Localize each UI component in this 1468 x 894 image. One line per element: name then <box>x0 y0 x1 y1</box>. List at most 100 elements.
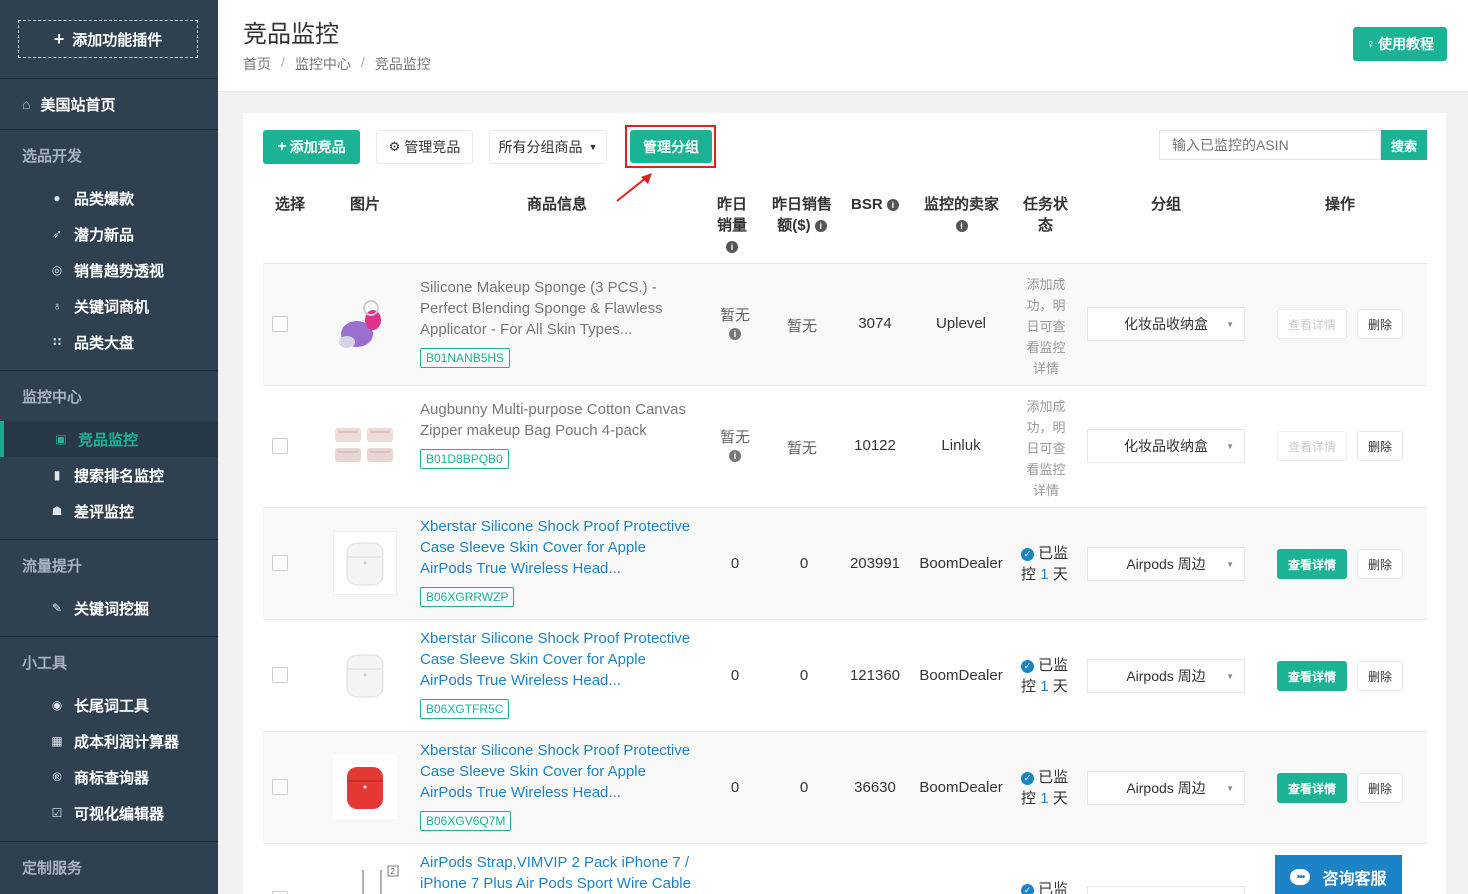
col-label-with-info: 额($) i <box>772 215 832 236</box>
product-title[interactable]: AirPods Strap,VIMVIP 2 Pack iPhone 7 / i… <box>420 852 700 894</box>
view-details-button[interactable]: 查看详情 <box>1277 309 1347 339</box>
delete-button[interactable]: 删除 <box>1357 773 1403 803</box>
bomb-icon: ● <box>53 191 61 205</box>
col-yesterday-revenue: 昨日销售 额($) i <box>772 194 832 236</box>
product-title[interactable]: Xberstar Silicone Shock Proof Protective… <box>420 516 700 579</box>
col-task-status: 任务状 态 <box>1023 194 1068 236</box>
sidebar-item-category-hot[interactable]: ● 品类爆款 <box>0 180 218 216</box>
asin-tag[interactable]: B01NANB5HS <box>420 348 511 368</box>
sidebar-item-visual-editor[interactable]: ☑ 可视化编辑器 <box>0 795 218 831</box>
row-checkbox[interactable] <box>272 438 288 454</box>
row-checkbox[interactable] <box>272 555 288 571</box>
sidebar-item-trademark-search[interactable]: ® 商标查询器 <box>0 759 218 795</box>
product-title[interactable]: Augbunny Multi-purpose Cotton Canvas Zip… <box>420 399 700 441</box>
asin-tag[interactable]: B06XGV6Q7M <box>420 811 512 831</box>
asin-tag[interactable]: B01D8BPQB0 <box>420 449 509 469</box>
page-title: 竞品监控 <box>243 21 339 48</box>
bsr-value: 10122 <box>854 437 896 454</box>
seller-name: Uplevel <box>935 315 987 332</box>
delete-button[interactable]: 删除 <box>1357 309 1403 339</box>
seller-name: BoomDealer <box>919 779 1003 796</box>
delete-button[interactable]: 删除 <box>1357 549 1403 579</box>
row-checkbox[interactable] <box>272 316 288 332</box>
customer-service-button[interactable]: ••• 咨询客服 <box>1275 855 1402 894</box>
tutorial-button[interactable]: ♀ 使用教程 <box>1353 27 1447 61</box>
col-operations: 操作 <box>1325 196 1356 213</box>
sidebar-item-home[interactable]: ⌂ 美国站首页 <box>0 79 218 130</box>
sidebar-item-profit-calculator[interactable]: ▦ 成本利润计算器 <box>0 723 218 759</box>
delete-button[interactable]: 删除 <box>1357 431 1403 461</box>
view-details-button[interactable]: 查看详情 <box>1277 661 1347 691</box>
group-filter-dropdown[interactable]: 所有分组商品 ▼ <box>489 130 607 164</box>
product-image <box>333 531 397 595</box>
asin-tag[interactable]: B06XGTFR5C <box>420 699 510 719</box>
breadcrumb-monitor-center[interactable]: 监控中心 <box>295 54 351 74</box>
col-group: 分组 <box>1151 196 1182 213</box>
col-bsr: BSR i <box>851 194 899 215</box>
status-text: 控 <box>1021 678 1037 695</box>
add-competitor-label: 添加竞品 <box>289 139 346 155</box>
sidebar-item-label: 销售趋势透视 <box>74 262 165 280</box>
product-title[interactable]: Xberstar Silicone Shock Proof Protective… <box>420 628 700 691</box>
row-checkbox[interactable] <box>272 667 288 683</box>
product-image <box>333 292 397 356</box>
yesterday-sales: 暂无 i <box>715 426 755 464</box>
page-header: 竞品监控 首页 / 监控中心 / 竞品监控 ♀ 使用教程 <box>218 0 1468 92</box>
view-details-button[interactable]: 查看详情 <box>1277 773 1347 803</box>
sidebar-item-sales-trend[interactable]: ◎ 销售趋势透视 <box>0 252 218 288</box>
asin-tag[interactable]: B06XGRRWZP <box>420 587 515 607</box>
row-checkbox[interactable] <box>272 779 288 795</box>
product-image <box>333 643 397 707</box>
col-label: 销量 <box>717 217 748 234</box>
sidebar-item-label: 关键词商机 <box>74 298 150 316</box>
group-select[interactable]: Airpods 周边 ▼ <box>1087 659 1245 693</box>
col-label: BSR <box>851 196 883 213</box>
col-label: 任务状 <box>1023 196 1069 213</box>
group-select[interactable]: Airpods 周边 ▼ <box>1087 547 1245 581</box>
sidebar-item-category-market[interactable]: ∷ 品类大盘 <box>0 324 218 360</box>
product-info: AirPods Strap,VIMVIP 2 Pack iPhone 7 / i… <box>420 852 700 894</box>
table-row: Xberstar Silicone Shock Proof Protective… <box>263 508 1427 620</box>
sidebar-item-search-rank-monitor[interactable]: ▮ 搜索排名监控 <box>0 457 218 493</box>
breadcrumb: 首页 / 监控中心 / 竞品监控 <box>243 54 431 74</box>
task-status: ✓ 已监 控 1 天 <box>1021 543 1073 585</box>
info-icon: i <box>924 215 999 236</box>
delete-button[interactable]: 删除 <box>1357 661 1403 691</box>
group-filter-label: 所有分组商品 <box>498 139 583 155</box>
group-select[interactable] <box>1087 886 1245 894</box>
sidebar-item-label: 搜索排名监控 <box>74 467 165 485</box>
gear-icon: ⚙ <box>388 139 401 154</box>
asin-search: 搜索 <box>1159 130 1427 160</box>
group-select[interactable]: 化妆品收纳盒 ▼ <box>1087 307 1245 341</box>
manage-groups-button[interactable]: 管理分组 <box>630 130 712 163</box>
sidebar-item-label: 长尾词工具 <box>74 697 150 715</box>
search-button[interactable]: 搜索 <box>1381 130 1427 160</box>
col-select: 选择 <box>275 196 306 213</box>
col-label: 监控的卖家 <box>924 196 1000 213</box>
view-details-button[interactable]: 查看详情 <box>1277 549 1347 579</box>
sidebar-item-potential-new[interactable]: ➶ 潜力新品 <box>0 216 218 252</box>
add-competitor-button[interactable]: + 添加竞品 <box>263 130 360 164</box>
yesterday-revenue: 0 <box>799 555 809 572</box>
sidebar-item-label: 竞品监控 <box>78 431 139 449</box>
sidebar-item-keyword-opportunity[interactable]: ♁ 关键词商机 <box>0 288 218 324</box>
add-plugin-button[interactable]: + 添加功能插件 <box>18 20 198 58</box>
group-select[interactable]: 化妆品收纳盒 ▼ <box>1087 429 1245 463</box>
manage-competitors-button[interactable]: ⚙ 管理竞品 <box>376 130 473 164</box>
sidebar-section-title[interactable]: 定制服务 <box>0 842 218 892</box>
sidebar-item-longtail-tool[interactable]: ◉ 长尾词工具 <box>0 687 218 723</box>
sidebar-item-keyword-mining[interactable]: ✎ 关键词挖掘 <box>0 590 218 626</box>
breadcrumb-home[interactable]: 首页 <box>243 54 271 74</box>
asin-search-input[interactable] <box>1159 130 1381 160</box>
group-select[interactable]: Airpods 周边 ▼ <box>1087 771 1245 805</box>
view-details-button[interactable]: 查看详情 <box>1277 431 1347 461</box>
product-title[interactable]: Xberstar Silicone Shock Proof Protective… <box>420 740 700 803</box>
col-label: 额($) <box>777 217 811 234</box>
yesterday-sales: 0 <box>730 779 740 796</box>
sidebar-item-competitor-monitor[interactable]: ▣ 竞品监控 <box>0 421 218 457</box>
product-title[interactable]: Silicone Makeup Sponge (3 PCS.) - Perfec… <box>420 277 700 340</box>
yesterday-revenue: 0 <box>799 779 809 796</box>
days-count: 1 <box>1040 678 1049 695</box>
sidebar-item-bad-review-monitor[interactable]: ☗ 差评监控 <box>0 493 218 529</box>
col-yesterday-sales: 昨日 销量 i <box>717 194 747 257</box>
